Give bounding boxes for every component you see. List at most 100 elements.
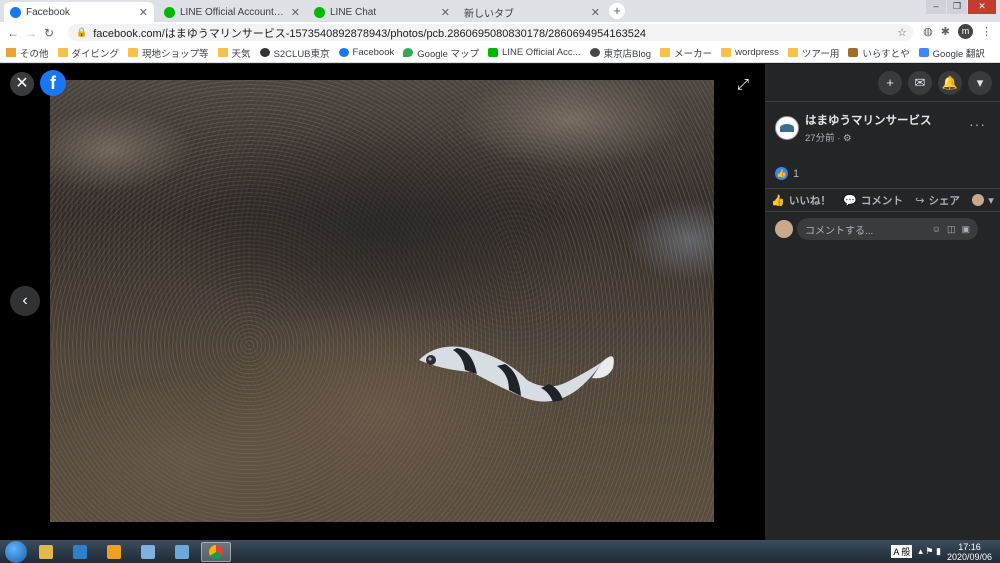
bookmark-star-icon[interactable]: ☆ — [897, 26, 907, 39]
comment-placeholder: コメントする... — [805, 225, 874, 237]
wordpress-icon — [589, 48, 600, 57]
thumbs-up-icon: 👍 — [771, 194, 785, 207]
page-avatar[interactable] — [775, 116, 799, 140]
divider — [765, 101, 1000, 102]
account-menu-icon[interactable]: ▾ — [968, 71, 992, 95]
emoji-icon[interactable]: ☺ — [932, 224, 941, 234]
like-reaction-icon: 👍 — [775, 167, 788, 180]
line-icon — [488, 48, 499, 57]
extension-icon[interactable]: ◍ — [923, 25, 933, 38]
maximize-icon[interactable]: ❐ — [947, 0, 967, 14]
bookmark-google-maps[interactable]: Google マップ — [403, 46, 479, 60]
bookmark-tour[interactable]: ツアー用 — [787, 46, 839, 60]
notifications-icon[interactable]: 🔔 — [938, 71, 962, 95]
bookmark-line-official[interactable]: LINE Official Acc... — [488, 47, 581, 58]
bookmark-s2club[interactable]: S2CLUB東京 — [259, 46, 330, 60]
panel-top-buttons: + ✉ 🔔 ▾ — [878, 71, 992, 95]
taskbar-explorer[interactable] — [31, 542, 61, 562]
tab-line-chat[interactable]: LINE Chat ✕ — [308, 2, 456, 22]
minimize-icon[interactable]: – — [926, 0, 946, 14]
grid-icon — [6, 48, 16, 57]
sticker-icon[interactable]: ▣ — [961, 224, 970, 235]
start-button-icon[interactable] — [5, 540, 27, 563]
taskbar-app-2[interactable] — [65, 542, 95, 562]
maps-icon — [403, 48, 414, 57]
line-favicon-icon — [164, 6, 175, 18]
tab-facebook[interactable]: Facebook ✕ — [4, 2, 154, 22]
extensions-puzzle-icon[interactable]: ✱ — [941, 25, 950, 38]
chrome-icon — [209, 544, 223, 559]
clock-date: 2020/09/06 — [946, 551, 992, 562]
bookmark-tokyo-blog[interactable]: 東京店Blog — [589, 46, 651, 60]
comment-input[interactable]: コメントする... ☺ ◫ ▣ — [797, 218, 978, 240]
reaction-summary[interactable]: 👍 1 — [775, 167, 799, 180]
folder-icon — [787, 48, 798, 57]
forward-icon[interactable]: → — [22, 26, 40, 40]
create-icon[interactable]: + — [878, 71, 902, 95]
facebook-logo-icon[interactable]: f — [40, 70, 66, 96]
reload-icon[interactable]: ↻ — [40, 26, 58, 40]
reaction-audience-button[interactable]: ▾ — [972, 194, 994, 207]
taskbar-app-5[interactable] — [167, 542, 197, 562]
like-button[interactable]: 👍 いいね！ — [771, 193, 831, 208]
bookmark-weather[interactable]: 天気 — [217, 46, 251, 60]
bookmark-diving[interactable]: ダイビング — [57, 46, 119, 60]
bookmark-makers[interactable]: メーカー — [660, 46, 712, 60]
chevron-down-icon: ▾ — [988, 194, 994, 207]
tray-icons[interactable]: ▴ ⚑ ▮ — [918, 546, 941, 557]
bookmark-local-shops[interactable]: 現地ショップ等 — [128, 46, 209, 60]
clock-time: 17:16 — [958, 541, 981, 552]
folder-icon — [721, 48, 732, 57]
share-button[interactable]: ↪ シェア — [915, 193, 960, 208]
close-tab-icon[interactable]: ✕ — [591, 6, 600, 19]
photo-viewer: ✕ f ‹ ⤢ — [0, 64, 765, 540]
window-controls: – ❐ ✕ — [925, 0, 996, 14]
post-time[interactable]: 27分前 · ⚙ — [805, 130, 932, 144]
app-icon — [107, 544, 121, 559]
camera-icon[interactable]: ◫ — [947, 224, 956, 235]
bookmark-wordpress[interactable]: wordpress — [721, 47, 779, 58]
like-count: 1 — [793, 167, 800, 180]
comment-icon: 💬 — [843, 194, 857, 207]
bookmark-irasutoya[interactable]: いらすとや — [848, 46, 910, 60]
taskbar-app-4[interactable] — [133, 542, 163, 562]
profile-avatar[interactable]: m — [958, 24, 973, 39]
post-sidebar: + ✉ 🔔 ▾ はまゆうマリンサービス 27分前 · ⚙ ··· 👍 1 👍 い… — [765, 64, 1000, 540]
share-icon: ↪ — [915, 194, 925, 207]
tab-strip: Facebook ✕ LINE Official Account Manage … — [0, 0, 1000, 22]
more-options-icon[interactable]: ··· — [969, 116, 986, 132]
window-close-icon[interactable]: ✕ — [968, 0, 996, 14]
previous-photo-button[interactable]: ‹ — [10, 286, 40, 316]
close-tab-icon[interactable]: ✕ — [139, 6, 148, 19]
new-tab-button[interactable]: + — [609, 3, 625, 19]
address-bar[interactable]: 🔒 facebook.com/はまゆうマリンサービス-1573540892878… — [68, 24, 913, 41]
folder-icon — [217, 48, 228, 57]
comment-composer: コメントする... ☺ ◫ ▣ — [775, 218, 978, 240]
close-tab-icon[interactable]: ✕ — [441, 6, 450, 19]
photo-image — [50, 80, 714, 522]
fullscreen-icon[interactable]: ⤢ — [737, 76, 749, 93]
app-icon — [73, 544, 87, 559]
close-viewer-button[interactable]: ✕ — [10, 72, 34, 96]
taskbar-chrome[interactable] — [201, 541, 231, 562]
tab-line-official[interactable]: LINE Official Account Manage ✕ — [158, 2, 306, 22]
chrome-menu-icon[interactable]: ⋮ — [981, 25, 992, 38]
taskbar-app-3[interactable] — [99, 542, 129, 562]
messenger-icon[interactable]: ✉ — [908, 71, 932, 95]
ime-indicator[interactable]: A 般 — [891, 545, 913, 558]
close-tab-icon[interactable]: ✕ — [291, 6, 300, 19]
user-avatar — [775, 220, 793, 238]
folder-icon — [660, 48, 671, 57]
bookmark-other[interactable]: その他 — [6, 46, 49, 60]
bookmark-facebook[interactable]: Facebook — [338, 47, 394, 58]
tab-new-tab[interactable]: 新しいタブ ✕ — [458, 2, 606, 22]
line-favicon-icon — [314, 6, 325, 18]
author-name[interactable]: はまゆうマリンサービス — [805, 112, 932, 128]
fish-figure — [419, 346, 614, 402]
audience-avatar-icon — [972, 194, 985, 206]
bookmark-google-translate[interactable]: Google 翻訳 — [918, 46, 985, 60]
browser-toolbar: ← → ↻ 🔒 facebook.com/はまゆうマリンサービス-1573540… — [0, 22, 1000, 43]
clock[interactable]: 17:16 2020/09/06 — [947, 542, 992, 562]
back-icon[interactable]: ← — [4, 26, 22, 40]
comment-button[interactable]: 💬 コメント — [843, 193, 903, 208]
